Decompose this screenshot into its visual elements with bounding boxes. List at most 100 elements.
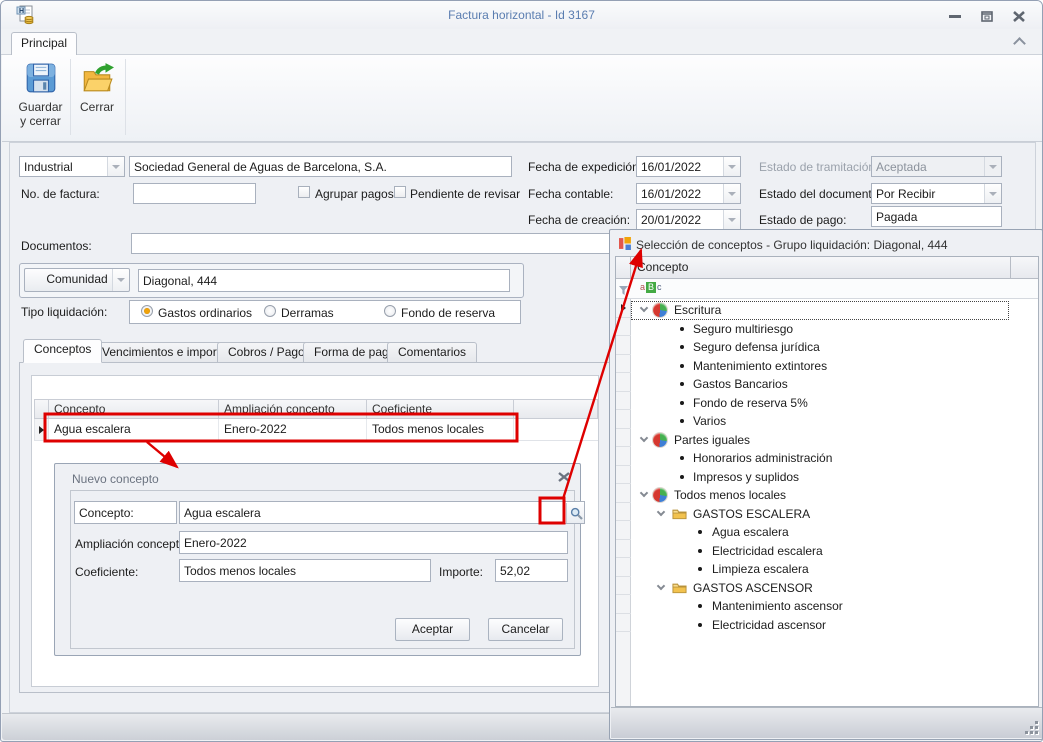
chevron-down-icon[interactable] (640, 489, 648, 497)
tree-item-label: Mantenimiento ascensor (712, 599, 843, 613)
radio-gastos-ordinarios[interactable] (141, 305, 153, 317)
save-close-button[interactable]: Guardar y cerrar (14, 59, 67, 137)
grid-cell-coeficiente[interactable]: Todos menos locales (367, 419, 514, 441)
concept-tree: EscrituraSeguro multiriesgoSeguro defens… (631, 301, 1037, 634)
ampliacion-label: Ampliación concepto: (75, 537, 189, 551)
coeficiente-input[interactable]: Todos menos locales (179, 559, 431, 582)
tab-principal[interactable]: Principal (11, 32, 77, 55)
restore-button[interactable] (976, 9, 998, 24)
tree-item[interactable]: Varios (631, 412, 1037, 431)
concepto-value: Agua escalera (184, 506, 261, 520)
concepto-field-label-box: Concepto: (74, 501, 177, 524)
tree-item[interactable]: Seguro multiriesgo (631, 320, 1037, 339)
pendiente-revisar-checkbox[interactable] (394, 186, 406, 198)
dialog-close-icon[interactable] (558, 472, 572, 484)
grid-cell-concepto[interactable]: Agua escalera (49, 419, 219, 441)
concepto-input[interactable]: Agua escalera (179, 501, 585, 524)
tree-item[interactable]: Gastos Bancarios (631, 375, 1037, 394)
tab-comentarios[interactable]: Comentarios (387, 342, 477, 363)
tree-item[interactable]: Partes iguales (631, 431, 1037, 450)
chevron-down-icon[interactable] (657, 581, 665, 589)
radio-derramas[interactable] (264, 305, 276, 317)
tree-item-label: Gastos Bancarios (693, 377, 788, 391)
grid-cell-ampliacion[interactable]: Enero-2022 (219, 419, 367, 441)
fecha-contable-arrow-icon[interactable] (723, 184, 740, 203)
minimize-button[interactable] (944, 9, 966, 24)
dialog-inner-panel: Concepto: Agua escalera Ampliación conce… (70, 490, 575, 649)
close-form-button[interactable]: Cerrar (73, 59, 121, 137)
tree-item-label: Impresos y suplidos (693, 470, 799, 484)
estado-tramitacion-combo: Aceptada (871, 156, 1002, 177)
fecha-creacion-label: Fecha de creación: (528, 213, 630, 227)
bullet-icon (680, 456, 684, 460)
grid-col-concepto[interactable]: Concepto (49, 399, 219, 419)
coeficiente-value: Todos menos locales (184, 564, 296, 578)
tree-item[interactable]: Mantenimiento extintores (631, 357, 1037, 376)
importe-input[interactable]: 52,02 (495, 559, 568, 582)
popup-filter-row[interactable]: aBc (616, 279, 1038, 299)
tree-item[interactable]: Limpieza escalera (631, 560, 1037, 579)
pie-icon (653, 303, 667, 317)
indicator-cell (616, 336, 631, 355)
tree-item[interactable]: GASTOS ASCENSOR (631, 579, 1037, 598)
provider-name-input[interactable]: Sociedad General de Aguas de Barcelona, … (129, 156, 512, 177)
comunidad-arrow-icon[interactable] (112, 269, 129, 291)
save-icon (14, 61, 67, 98)
indicator-cell (616, 318, 631, 337)
seleccion-conceptos-popup: Selección de conceptos - Grupo liquidaci… (609, 229, 1043, 740)
collapse-ribbon-icon[interactable] (1013, 37, 1026, 50)
estado-documento-value: Por Recibir (876, 187, 935, 201)
tree-item[interactable]: Electricidad ascensor (631, 616, 1037, 635)
importe-label: Importe: (439, 565, 483, 579)
tree-item[interactable]: Honorarios administración (631, 449, 1037, 468)
tree-item[interactable]: Todos menos locales (631, 486, 1037, 505)
chevron-down-icon[interactable] (640, 304, 648, 312)
indicator-cell (616, 410, 631, 429)
tree-item[interactable]: Agua escalera (631, 523, 1037, 542)
fecha-expedicion-arrow-icon[interactable] (723, 157, 740, 176)
tree-item[interactable]: Escritura (631, 301, 1009, 320)
fecha-expedicion-input[interactable]: 16/01/2022 (636, 156, 741, 177)
concepto-lookup-button[interactable] (566, 503, 585, 524)
ampliacion-input[interactable]: Enero-2022 (179, 531, 568, 554)
fecha-contable-input[interactable]: 16/01/2022 (636, 183, 741, 204)
provider-type-combo[interactable]: Industrial (19, 156, 125, 177)
comunidad-button[interactable]: Comunidad (24, 268, 130, 292)
close-button[interactable] (1008, 9, 1030, 24)
tree-item[interactable]: Mantenimiento ascensor (631, 597, 1037, 616)
importe-value: 52,02 (500, 564, 530, 578)
tree-item[interactable]: Impresos y suplidos (631, 468, 1037, 487)
estado-documento-combo[interactable]: Por Recibir (871, 183, 1002, 204)
tree-item[interactable]: Fondo de reserva 5% (631, 394, 1037, 413)
comunidad-input[interactable]: Diagonal, 444 (138, 269, 510, 292)
ribbon: Guardar y cerrar Cerrar (2, 55, 1043, 142)
popup-title: Selección de conceptos - Grupo liquidaci… (636, 238, 948, 252)
fecha-creacion-arrow-icon[interactable] (723, 210, 740, 229)
tab-conceptos[interactable]: Conceptos (23, 339, 102, 363)
popup-col-concepto[interactable]: Concepto (631, 257, 1011, 279)
chevron-down-icon[interactable] (657, 507, 665, 515)
tree-item[interactable]: Seguro defensa jurídica (631, 338, 1037, 357)
dialog-title: Nuevo concepto (72, 472, 159, 486)
radio-fondo-reserva[interactable] (384, 305, 396, 317)
popup-bottom-bar (611, 707, 1042, 738)
provider-type-arrow-icon[interactable] (107, 157, 124, 176)
tree-item[interactable]: Electricidad escalera (631, 542, 1037, 561)
grid-indicator-header (34, 399, 49, 419)
indicator-cell (616, 447, 631, 466)
bullet-icon (680, 327, 684, 331)
estado-documento-arrow-icon[interactable] (984, 184, 1001, 203)
resize-grip[interactable] (1024, 720, 1038, 734)
chevron-down-icon[interactable] (640, 433, 648, 441)
aceptar-button[interactable]: Aceptar (395, 618, 470, 641)
grid-cell-empty (514, 419, 598, 441)
agrupar-pagos-checkbox[interactable] (298, 186, 310, 198)
concepto-field-label: Concepto: (79, 506, 134, 520)
tree-item[interactable]: GASTOS ESCALERA (631, 505, 1037, 524)
cancelar-button[interactable]: Cancelar (488, 618, 563, 641)
invoice-number-input[interactable] (133, 183, 256, 204)
fecha-creacion-input[interactable]: 20/01/2022 (636, 209, 741, 230)
documentos-label: Documentos: (21, 239, 92, 253)
grid-col-coeficiente[interactable]: Coeficiente (367, 399, 514, 419)
grid-col-ampliacion[interactable]: Ampliación concepto (219, 399, 367, 419)
